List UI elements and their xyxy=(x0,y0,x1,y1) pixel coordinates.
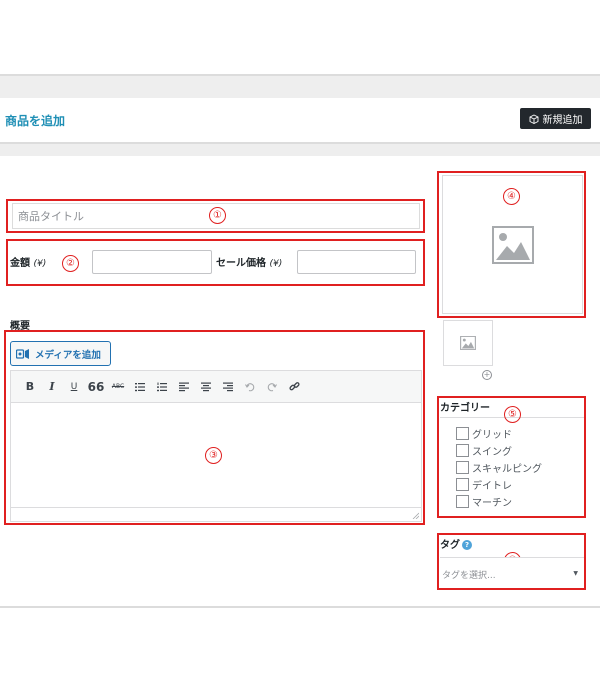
help-icon[interactable]: ? xyxy=(462,540,472,550)
checkbox[interactable] xyxy=(456,461,469,474)
align-center-icon[interactable] xyxy=(195,376,217,398)
checkbox[interactable] xyxy=(456,495,469,508)
add-media-label: メディアを追加 xyxy=(35,349,101,361)
category-item[interactable]: スイング xyxy=(456,442,542,459)
chevron-down-icon: ▼ xyxy=(573,570,578,577)
editor-toolbar: B I U 66 ABC xyxy=(11,371,421,403)
header-band xyxy=(0,142,600,156)
category-item[interactable]: スキャルピング xyxy=(456,459,542,476)
add-gallery-icon[interactable]: + xyxy=(482,370,492,380)
category-item[interactable]: グリッド xyxy=(456,425,542,442)
align-right-icon[interactable] xyxy=(217,376,239,398)
checkbox[interactable] xyxy=(456,444,469,457)
product-title-placeholder: 商品タイトル xyxy=(18,210,84,223)
annotation-number-1: ① xyxy=(209,207,226,224)
gallery-image-icon xyxy=(460,336,476,350)
redo-icon[interactable] xyxy=(261,376,283,398)
add-media-button[interactable]: メディアを追加 xyxy=(10,341,111,366)
add-new-label: 新規追加 xyxy=(542,115,583,126)
strikethrough-button[interactable]: ABC xyxy=(107,376,129,398)
price-label: 金額 (¥) xyxy=(10,258,47,269)
annotation-number-3: ③ xyxy=(205,447,222,464)
link-icon[interactable] xyxy=(283,376,305,398)
category-item[interactable]: マーチン xyxy=(456,493,542,510)
gallery-image-box[interactable] xyxy=(443,320,493,366)
number-list-icon[interactable] xyxy=(151,376,173,398)
bullet-list-icon[interactable] xyxy=(129,376,151,398)
top-band xyxy=(0,74,600,98)
sale-price-label: セール価格 (¥) xyxy=(216,258,283,269)
tag-select-placeholder: タグを選択... xyxy=(442,571,496,581)
price-input[interactable] xyxy=(92,250,212,274)
image-placeholder-icon xyxy=(491,225,534,264)
annotation-number-2: ② xyxy=(62,255,79,272)
checkbox[interactable] xyxy=(456,427,469,440)
summary-editor[interactable]: B I U 66 ABC xyxy=(10,370,422,522)
annotation-number-4: ④ xyxy=(503,188,520,205)
resize-handle-icon[interactable] xyxy=(412,512,419,519)
underline-button[interactable]: U xyxy=(63,376,85,398)
tag-select[interactable]: タグを選択... ▼ xyxy=(440,557,584,587)
media-icon xyxy=(16,348,29,359)
summary-label: 概要 xyxy=(10,321,30,332)
page-header: 商品を追加 新規追加 xyxy=(0,98,600,142)
category-title: カテゴリー xyxy=(440,403,490,414)
footer-divider xyxy=(0,606,600,608)
annotation-number-5: ⑤ xyxy=(504,406,521,423)
checkbox[interactable] xyxy=(456,478,469,491)
sale-price-input[interactable] xyxy=(297,250,416,274)
page-title: 商品を追加 xyxy=(5,114,66,128)
tag-title: タグ? xyxy=(440,536,472,551)
category-item[interactable]: デイトレ xyxy=(456,476,542,493)
category-list: グリッド スイング スキャルピング デイトレ マーチン xyxy=(456,425,542,510)
undo-icon[interactable] xyxy=(239,376,261,398)
bold-button[interactable]: B xyxy=(19,376,41,398)
italic-button[interactable]: I xyxy=(41,376,63,398)
add-new-button[interactable]: 新規追加 xyxy=(520,108,591,129)
box-icon xyxy=(529,113,538,124)
editor-statusbar xyxy=(11,507,421,521)
blockquote-button[interactable]: 66 xyxy=(85,376,107,398)
align-left-icon[interactable] xyxy=(173,376,195,398)
